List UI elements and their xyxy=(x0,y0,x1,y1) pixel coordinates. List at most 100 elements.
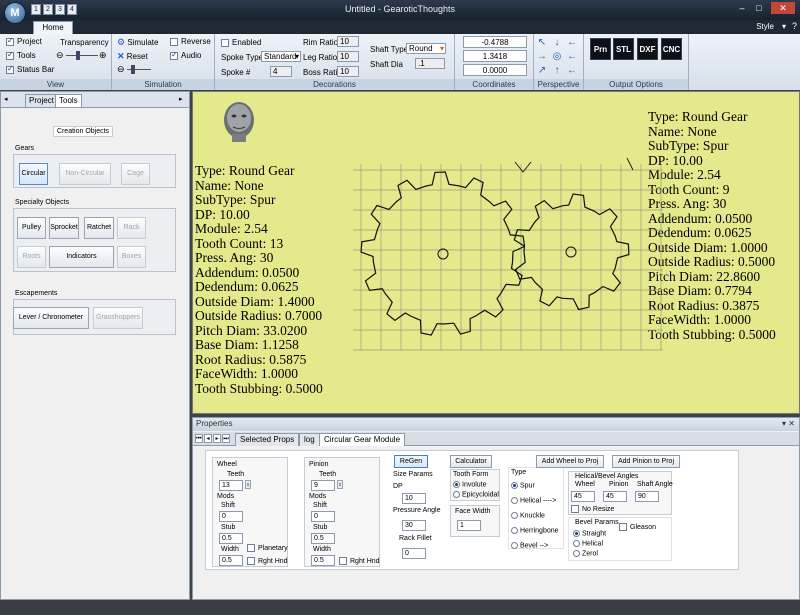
tab-circular-gear-module[interactable]: Circular Gear Module xyxy=(319,433,406,446)
wheel-width-input[interactable]: 0.5 xyxy=(219,555,243,566)
maximize-button[interactable]: □ xyxy=(752,2,766,14)
status-bar-toggle[interactable]: Status Bar xyxy=(6,64,54,74)
audio-toggle[interactable]: Audio xyxy=(170,50,201,60)
tab-tools[interactable]: Tools xyxy=(55,94,82,107)
radio-icon[interactable] xyxy=(573,550,580,557)
help-icon[interactable]: ? xyxy=(792,21,797,31)
leg-ratio-field[interactable]: 10 xyxy=(337,51,359,62)
spin-updown-icon[interactable]: ⇕ xyxy=(337,480,343,489)
spoke-num-field[interactable]: 4 xyxy=(270,66,292,77)
checkbox-icon[interactable] xyxy=(247,544,255,552)
wheel-shift-input[interactable]: 0 xyxy=(219,511,243,522)
face-width-input[interactable]: 1 xyxy=(457,520,481,531)
straight-radio[interactable]: Straight xyxy=(573,530,606,537)
no-resize-toggle[interactable]: No Resize xyxy=(571,505,614,513)
wheel-right-hand-toggle[interactable]: Rght Hnd xyxy=(247,557,288,565)
grasshoppers-button[interactable]: Grasshoppers xyxy=(93,307,143,329)
add-pinion-button[interactable]: Add Pinion to Proj xyxy=(612,455,680,468)
tab-project[interactable]: Project xyxy=(25,94,58,107)
last-tab-icon[interactable]: ⏭ xyxy=(222,434,230,443)
reverse-toggle[interactable]: Reverse xyxy=(170,37,211,46)
panel-pin-close-icons[interactable]: ▾ ✕ xyxy=(782,418,795,430)
epicycloidal-radio[interactable]: Epicycloidal xyxy=(453,491,499,498)
tab-log[interactable]: log xyxy=(299,433,320,446)
zerol-radio[interactable]: Zerol xyxy=(573,550,598,557)
radio-icon[interactable] xyxy=(573,540,580,547)
hb-pinion-input[interactable]: 45 xyxy=(603,491,627,502)
circular-button[interactable]: Circular xyxy=(19,163,48,185)
wheel-stub-input[interactable]: 0.5 xyxy=(219,533,243,544)
cnc-button[interactable]: CNC xyxy=(661,38,682,60)
bevel-helical-radio[interactable]: Helical xyxy=(573,540,603,547)
roots-button[interactable]: Roots xyxy=(17,246,46,268)
indicators-button[interactable]: Indicators xyxy=(49,246,114,268)
radio-icon[interactable] xyxy=(573,530,580,537)
rack-button[interactable]: Rack xyxy=(117,217,146,239)
coord-x-field[interactable]: -0.4788 xyxy=(463,36,527,48)
speed-slider[interactable]: ⊖ xyxy=(117,64,165,75)
cage-button[interactable]: Cage xyxy=(121,163,150,185)
simulate-button[interactable]: ⚙ Simulate xyxy=(117,37,158,48)
rack-fillet-input[interactable]: 0 xyxy=(402,548,426,559)
scroll-left-icon[interactable]: ◂ xyxy=(4,95,8,103)
checkbox-icon[interactable] xyxy=(170,37,178,46)
enabled-toggle[interactable]: Enabled xyxy=(221,38,261,47)
involute-radio[interactable]: Involute xyxy=(453,481,487,488)
wheel-teeth-input[interactable]: 13 xyxy=(219,480,243,491)
first-tab-icon[interactable]: ⏮ xyxy=(195,434,203,443)
minus-icon[interactable]: ⊖ xyxy=(56,50,64,61)
spur-radio[interactable]: Spur xyxy=(511,482,535,489)
checkbox-icon[interactable] xyxy=(221,38,229,47)
hb-wheel-input[interactable]: 45 xyxy=(571,491,595,502)
spin-updown-icon[interactable]: ⇕ xyxy=(245,480,251,489)
coord-z-field[interactable]: 0.0000 xyxy=(463,64,527,76)
radio-icon[interactable] xyxy=(511,542,518,549)
non-circular-button[interactable]: Non-Circular xyxy=(59,163,111,185)
arrow-up-right-icon[interactable]: ↗ xyxy=(536,65,548,77)
arrow-left-icon[interactable]: ← xyxy=(566,37,578,49)
radio-icon[interactable] xyxy=(511,482,518,489)
rim-ratio-field[interactable]: 10 xyxy=(337,36,359,47)
helical-radio[interactable]: Helical ----> xyxy=(511,497,556,504)
next-tab-icon[interactable]: ▸ xyxy=(213,434,221,443)
style-dropdown-icon[interactable]: ▾ xyxy=(782,22,786,31)
checkbox-icon[interactable] xyxy=(6,36,14,46)
reset-button[interactable]: ✕ Reset xyxy=(117,51,148,62)
bevel-radio[interactable]: Bevel --> xyxy=(511,542,548,549)
knuckle-radio[interactable]: Knuckle xyxy=(511,512,545,519)
arrow-left-icon[interactable]: ← xyxy=(566,65,578,77)
scroll-right-icon[interactable]: ▸ xyxy=(179,95,183,103)
close-button[interactable]: ✕ xyxy=(771,2,795,14)
dp-input[interactable]: 10 xyxy=(402,493,426,504)
spoke-type-select[interactable]: Standard ▾ xyxy=(261,51,301,62)
sprocket-button[interactable]: Sprocket xyxy=(49,217,79,239)
slider-thumb[interactable] xyxy=(131,65,135,74)
radio-icon[interactable] xyxy=(511,497,518,504)
pinion-right-hand-toggle[interactable]: Rght Hnd xyxy=(339,557,380,565)
radio-icon[interactable] xyxy=(453,491,460,498)
shaft-type-select[interactable]: Round ▾ xyxy=(406,43,446,54)
lever-chronometer-button[interactable]: Lever / Chronometer xyxy=(13,307,89,329)
checkbox-icon[interactable] xyxy=(6,64,14,74)
add-wheel-button[interactable]: Add Wheel to Proj xyxy=(536,455,604,468)
tools-toggle[interactable]: Tools xyxy=(6,50,36,60)
planetary-toggle[interactable]: Planetary xyxy=(247,544,288,552)
checkbox-icon[interactable] xyxy=(247,557,255,565)
arrow-up-icon[interactable]: ↑ xyxy=(551,65,563,77)
pressure-angle-input[interactable]: 30 xyxy=(402,520,426,531)
coord-y-field[interactable]: 1.3418 xyxy=(463,50,527,62)
tab-home[interactable]: Home xyxy=(33,21,73,34)
herringbone-radio[interactable]: Herringbone xyxy=(511,527,559,534)
checkbox-icon[interactable] xyxy=(170,50,178,60)
minimize-button[interactable]: – xyxy=(735,2,749,14)
regen-button[interactable]: ReGen xyxy=(394,455,428,468)
boss-ratio-field[interactable]: 10 xyxy=(337,66,359,77)
pinion-stub-input[interactable]: 0.5 xyxy=(311,533,335,544)
stl-button[interactable]: STL xyxy=(613,38,634,60)
project-toggle[interactable]: Project xyxy=(6,36,42,46)
gear-viewport[interactable]: Type: Round Gear Name: None SubType: Spu… xyxy=(192,91,800,414)
dxf-button[interactable]: DXF xyxy=(637,38,658,60)
pinion-teeth-input[interactable]: 9 xyxy=(311,480,335,491)
ratchet-button[interactable]: Ratchet xyxy=(84,217,114,239)
hb-shaft-angle-input[interactable]: 90 xyxy=(635,491,659,502)
